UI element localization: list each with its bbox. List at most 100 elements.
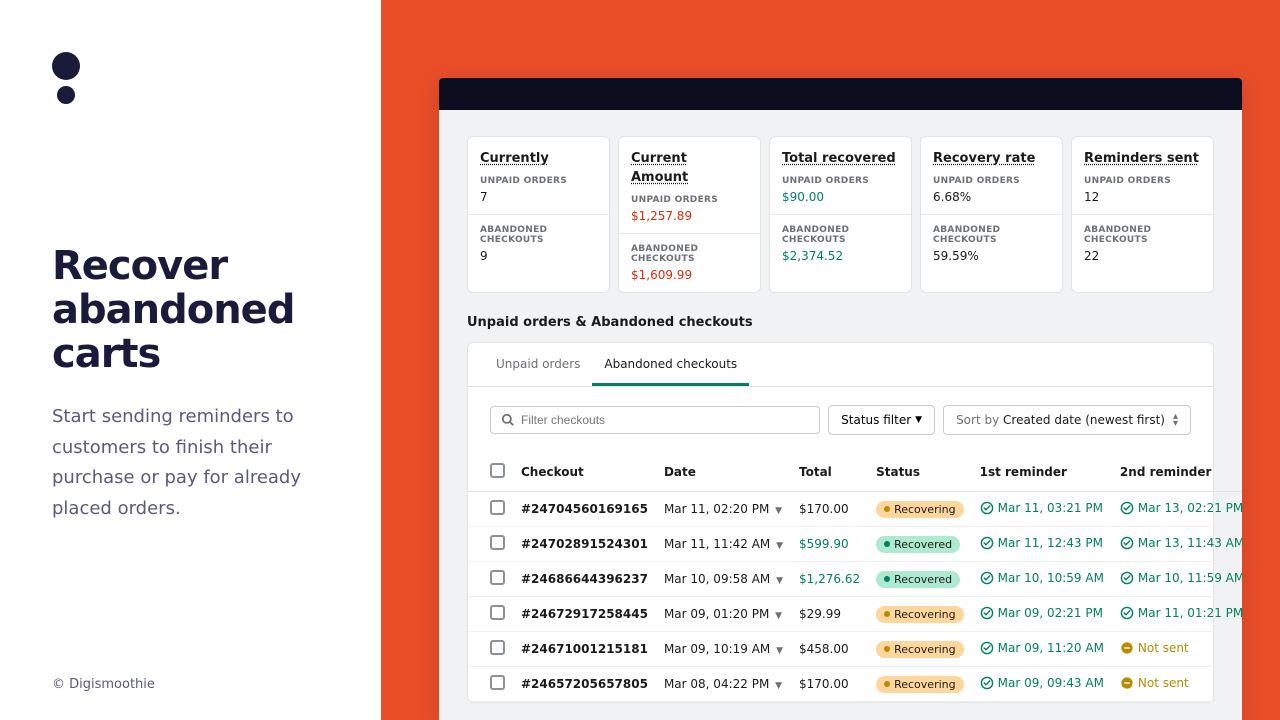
col-checkout: Checkout (513, 453, 656, 492)
card-label: UNPAID ORDERS (631, 195, 748, 205)
sort-button[interactable]: Sort by Created date (newest first) ▴▾ (943, 405, 1191, 435)
stat-card: CurrentlyUNPAID ORDERS7ABANDONED CHECKOU… (467, 136, 610, 293)
row-checkbox[interactable] (490, 535, 505, 550)
reminder-sent: Mar 11, 03:21 PM (980, 501, 1103, 515)
col-total: Total (791, 453, 868, 492)
hero-title: Recover abandoned carts (52, 244, 333, 376)
app-topbar (439, 78, 1242, 110)
reminder-sent: Mar 11, 01:21 PM (1120, 606, 1242, 620)
total-cell: $170.00 (791, 667, 868, 702)
card-title: Total recovered (782, 151, 896, 166)
table-row[interactable]: #24686644396237Mar 10, 09:58 AM ▼$1,276.… (468, 562, 1242, 597)
checkouts-table: Checkout Date Total Status 1st reminder … (468, 453, 1242, 702)
card-label: UNPAID ORDERS (1084, 176, 1201, 186)
date-cell[interactable]: Mar 11, 02:20 PM ▼ (656, 492, 791, 527)
logo (52, 52, 333, 104)
table-row[interactable]: #24702891524301Mar 11, 11:42 AM ▼$599.90… (468, 527, 1242, 562)
status-filter-button[interactable]: Status filter ▼ (828, 405, 935, 435)
caret-down-icon: ▼ (915, 415, 922, 425)
card-value: $90.00 (782, 190, 899, 204)
date-cell[interactable]: Mar 08, 04:22 PM ▼ (656, 667, 791, 702)
select-all-checkbox[interactable] (490, 463, 505, 478)
total-cell: $29.99 (791, 597, 868, 632)
card-title: Recovery rate (933, 151, 1035, 166)
app-body: Currently UNPAID ORDERS 7 ABANDONED CHECKOU… (439, 110, 1242, 720)
stat-card: Current Amount UNPAID ORDERS $1,257.89 ABAN… (618, 136, 761, 293)
checkout-id: #24686644396237 (513, 562, 656, 597)
caret-down-icon: ▼ (776, 646, 783, 656)
checkout-id: #24704560169165 (513, 492, 656, 527)
date-cell[interactable]: Mar 09, 01:20 PM ▼ (656, 597, 791, 632)
search-icon (501, 413, 515, 427)
stats-cards-row: Currently UNPAID ORDERS 7 ABANDONED CHECKOU… (467, 136, 1214, 293)
row-checkbox[interactable] (490, 500, 505, 515)
card-value: $1,257.89 (631, 209, 748, 223)
row-checkbox[interactable] (490, 675, 505, 690)
reminder-sent: Mar 13, 11:43 AM (1120, 536, 1242, 550)
tabs: Unpaid orders Abandoned checkouts (468, 343, 1213, 387)
copyright: © Digismoothie (52, 677, 155, 692)
table-row[interactable]: #24704560169165Mar 11, 02:20 PM ▼$170.00… (468, 492, 1242, 527)
date-cell[interactable]: Mar 11, 11:42 AM ▼ (656, 527, 791, 562)
total-cell: $1,276.62 (791, 562, 868, 597)
reminder-sent: Mar 11, 12:43 PM (980, 536, 1103, 550)
checkout-id: #24657205657805 (513, 667, 656, 702)
card-label: ABANDONED CHECKOUTS (1084, 225, 1201, 245)
card-value: 12 (1084, 190, 1201, 204)
checkout-id: #24671001215181 (513, 632, 656, 667)
card-label: ABANDONED CHECKOUTS (631, 244, 748, 264)
search-input-wrapper[interactable] (490, 406, 820, 434)
reminder-sent: Mar 09, 09:43 AM (980, 676, 1104, 690)
table-row[interactable]: #24671001215181Mar 09, 10:19 AM ▼$458.00… (468, 632, 1242, 667)
table-row[interactable]: #24672917258445Mar 09, 01:20 PM ▼$29.99R… (468, 597, 1242, 632)
card-label: ABANDONED CHECKOUTS (933, 225, 1050, 245)
card-value: 7 (480, 190, 597, 204)
status-badge: Recovering (876, 676, 964, 693)
promo-left-panel: Recover abandoned carts Start sending re… (0, 0, 381, 720)
total-cell: $599.90 (791, 527, 868, 562)
checkout-id: #24702891524301 (513, 527, 656, 562)
tab-unpaid-orders[interactable]: Unpaid orders (484, 343, 592, 386)
search-input[interactable] (521, 413, 809, 427)
card-title: Reminders sent (1084, 151, 1199, 166)
card-label: ABANDONED CHECKOUTS (782, 225, 899, 245)
status-badge: Recovering (876, 641, 964, 658)
date-cell[interactable]: Mar 09, 10:19 AM ▼ (656, 632, 791, 667)
card-label: UNPAID ORDERS (480, 176, 597, 186)
hero-description: Start sending reminders to customers to … (52, 402, 333, 524)
logo-dot-small (57, 86, 75, 104)
status-filter-label: Status filter (841, 413, 911, 427)
row-checkbox[interactable] (490, 570, 505, 585)
card-title: Current Amount (631, 151, 688, 185)
date-cell[interactable]: Mar 10, 09:58 AM ▼ (656, 562, 791, 597)
status-badge: Recovering (876, 501, 964, 518)
caret-down-icon: ▼ (775, 611, 782, 621)
total-cell: $170.00 (791, 492, 868, 527)
row-checkbox[interactable] (490, 640, 505, 655)
reminder-sent: Mar 09, 02:21 PM (980, 606, 1103, 620)
col-reminder-2: 2nd reminder (1112, 453, 1242, 492)
tab-abandoned-checkouts[interactable]: Abandoned checkouts (592, 343, 749, 386)
card-value: $2,374.52 (782, 249, 899, 263)
caret-down-icon: ▼ (775, 681, 782, 691)
card-value: 6.68% (933, 190, 1050, 204)
reminder-sent: Mar 13, 02:21 PM (1120, 501, 1242, 515)
card-value: 22 (1084, 249, 1201, 263)
reminder-not-sent: Not sent (1120, 641, 1189, 655)
promo-right-panel: Currently UNPAID ORDERS 7 ABANDONED CHECKOU… (381, 0, 1280, 720)
reminder-sent: Mar 10, 10:59 AM (980, 571, 1104, 585)
card-label: UNPAID ORDERS (782, 176, 899, 186)
card-value: 59.59% (933, 249, 1050, 263)
status-badge: Recovering (876, 606, 964, 623)
row-checkbox[interactable] (490, 605, 505, 620)
table-row[interactable]: #24657205657805Mar 08, 04:22 PM ▼$170.00… (468, 667, 1242, 702)
card-value: $1,609.99 (631, 268, 748, 282)
card-value: 9 (480, 249, 597, 263)
filters-row: Status filter ▼ Sort by Created date (ne… (468, 387, 1213, 453)
card-title: Currently (480, 151, 549, 166)
app-window: Currently UNPAID ORDERS 7 ABANDONED CHECKOU… (439, 78, 1242, 720)
reminder-not-sent: Not sent (1120, 676, 1189, 690)
card-label: UNPAID ORDERS (933, 176, 1050, 186)
stat-card: Reminders sent UNPAID ORDERS 12 ABANDONED C… (1071, 136, 1214, 293)
caret-down-icon: ▼ (776, 541, 783, 551)
